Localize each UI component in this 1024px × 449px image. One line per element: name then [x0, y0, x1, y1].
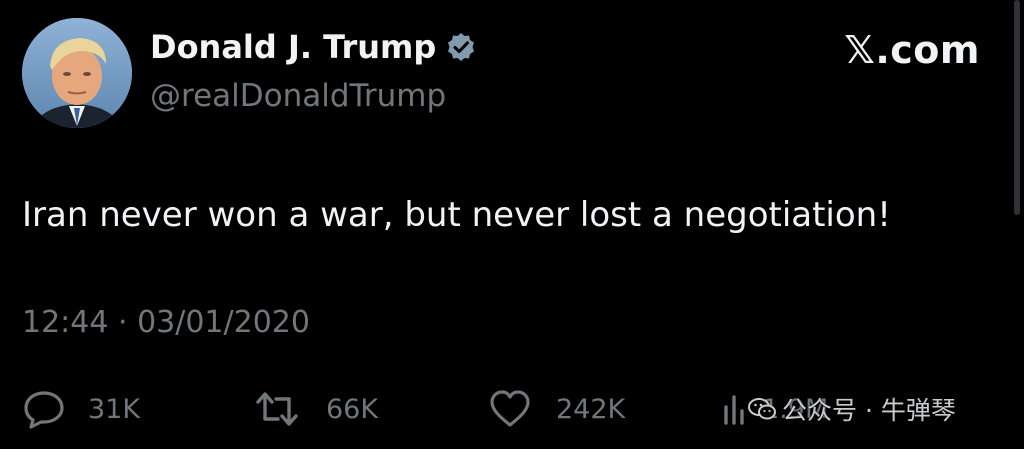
tweet-text: Iran never won a war, but never lost a n…	[22, 195, 891, 235]
user-avatar[interactable]	[22, 18, 132, 128]
user-handle[interactable]: @realDonaldTrump	[150, 78, 446, 114]
tweet-card: Donald J. Trump @realDonaldTrump 𝕏.com I…	[0, 0, 1024, 449]
like-count: 242K	[556, 393, 626, 425]
reply-icon	[24, 391, 64, 429]
scrollbar[interactable]	[1014, 0, 1020, 215]
reply-count: 31K	[88, 393, 141, 425]
tweet-timestamp[interactable]: 12:44 · 03/01/2020	[22, 305, 310, 340]
like-button[interactable]: 242K	[488, 384, 625, 434]
wechat-watermark: 公众号 · 牛弹琴	[748, 384, 956, 434]
wechat-icon	[748, 398, 776, 420]
reply-button[interactable]: 31K	[22, 384, 140, 434]
heart-icon	[490, 390, 530, 427]
retweet-icon	[256, 392, 298, 426]
x-brand-logo: 𝕏.com	[844, 28, 980, 72]
verified-badge-icon[interactable]	[446, 32, 476, 62]
display-name[interactable]: Donald J. Trump	[150, 28, 476, 66]
retweet-count: 66K	[326, 393, 379, 425]
avatar-portrait-icon	[22, 18, 132, 128]
display-name-text: Donald J. Trump	[150, 28, 437, 66]
retweet-button[interactable]: 66K	[254, 384, 378, 434]
watermark-text: 公众号 · 牛弹琴	[782, 396, 956, 425]
